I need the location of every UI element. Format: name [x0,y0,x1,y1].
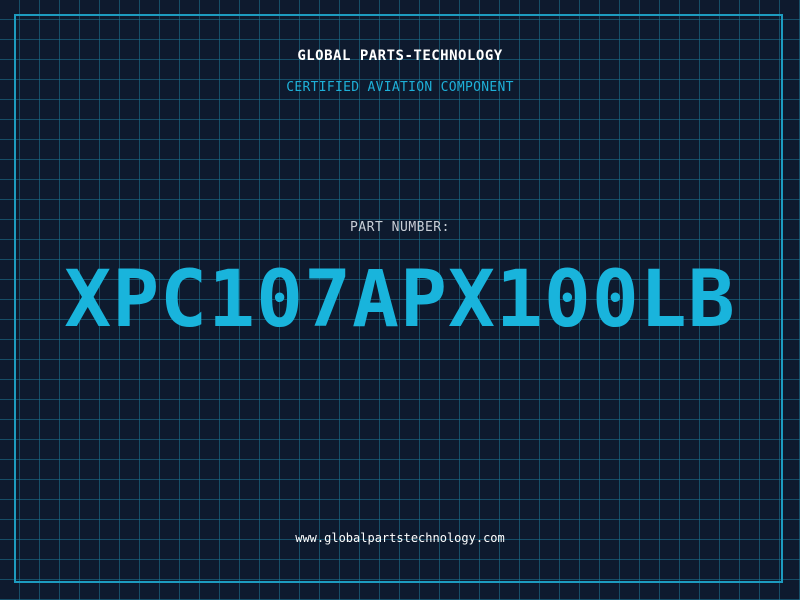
website-url: www.globalpartstechnology.com [295,531,505,545]
certification-subtitle: CERTIFIED AVIATION COMPONENT [286,80,514,95]
part-number-value: XPC107APX100LB [64,255,736,345]
part-label-card: GLOBAL PARTS-TECHNOLOGY CERTIFIED AVIATI… [0,0,800,600]
brand-name: GLOBAL PARTS-TECHNOLOGY [297,48,503,64]
part-number-label: PART NUMBER: [350,220,450,235]
